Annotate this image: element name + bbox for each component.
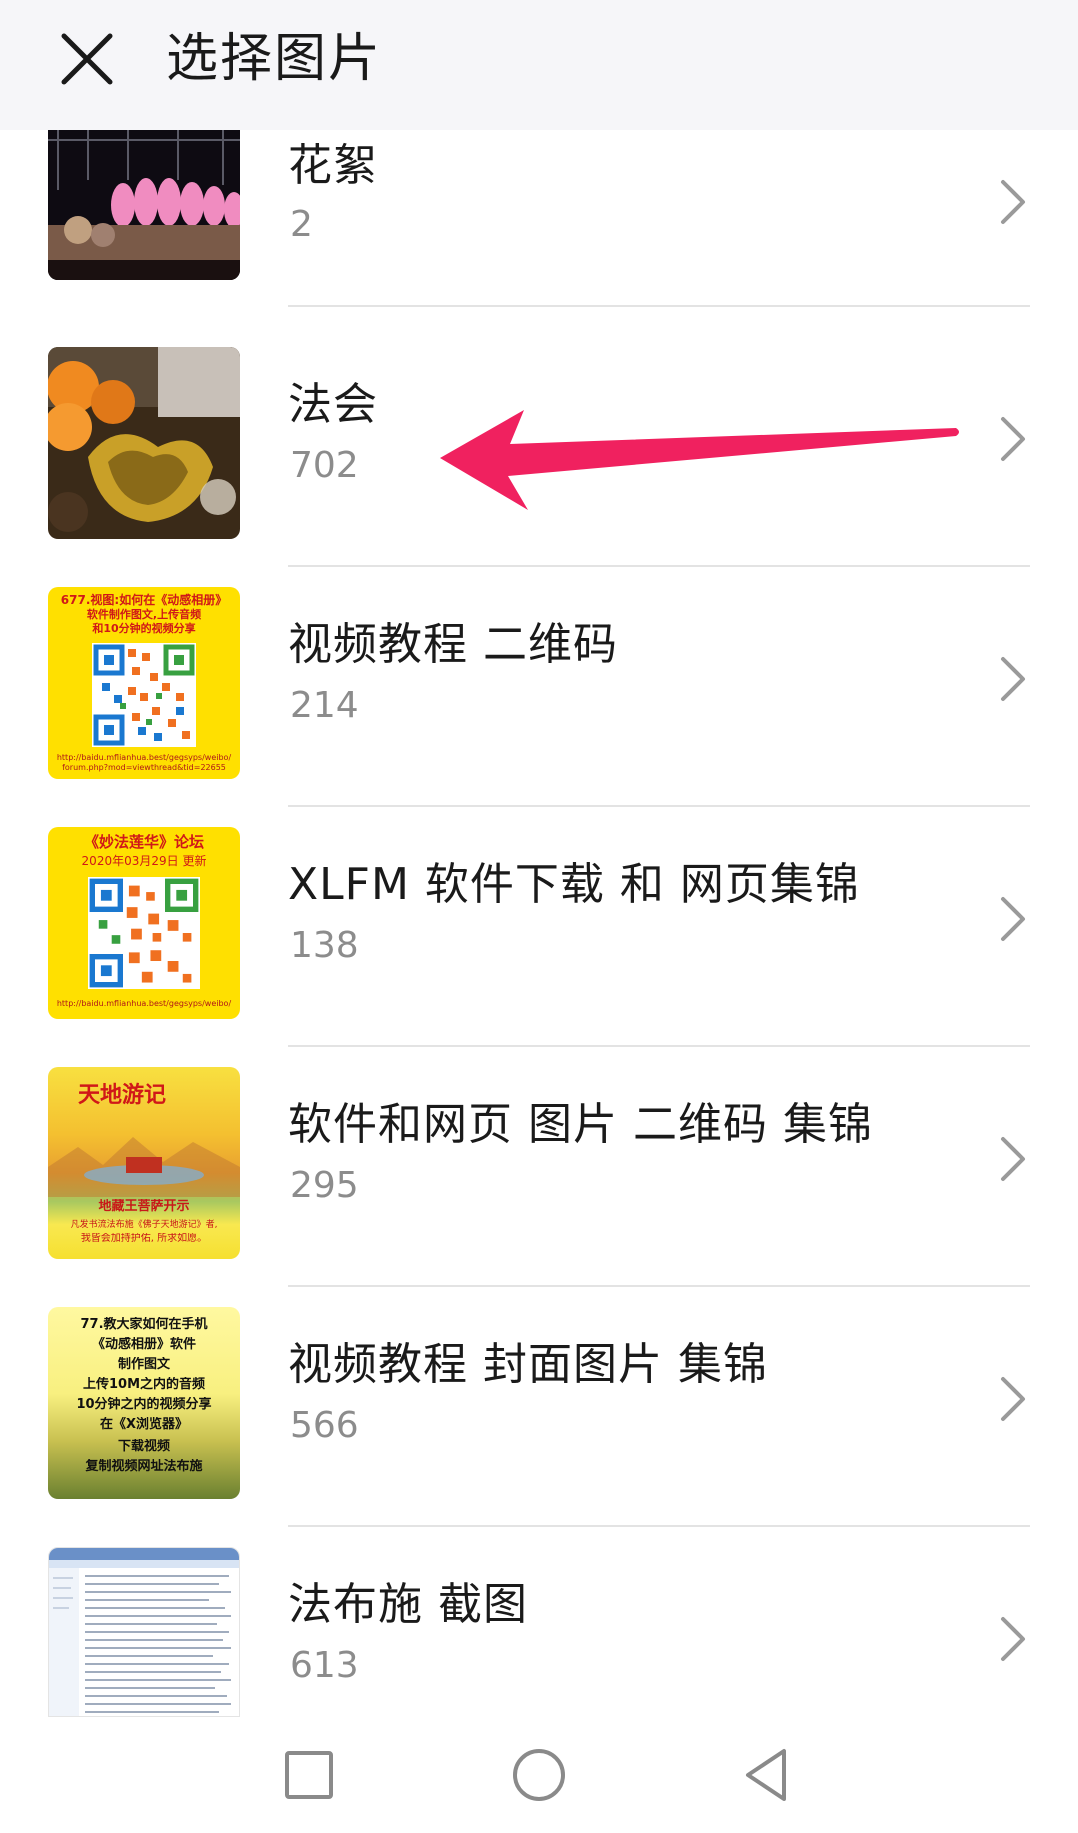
triangle-back-icon[interactable] <box>738 1745 798 1805</box>
album-thumbnail: 77.教大家如何在手机 《动感相册》软件 制作图文 上传10M之内的音频 10分… <box>48 1307 240 1499</box>
album-count: 295 <box>290 1165 359 1206</box>
thumb-url: http://baidu.mflianhua.best/gegsyps/weib… <box>56 999 232 1008</box>
thumb-caption: 地藏王菩萨开示 <box>98 1199 190 1214</box>
album-row-video-covers[interactable]: 77.教大家如何在手机 《动感相册》软件 制作图文 上传10M之内的音频 10分… <box>0 1287 1078 1527</box>
album-list: 花絮 2 法会 702 677.视图:如何在《动感相册》 软件制作图文,上传音频… <box>0 130 1078 1720</box>
album-title: 花絮 <box>288 140 378 191</box>
album-count: 566 <box>290 1405 359 1446</box>
album-thumbnail: 《妙法莲华》论坛 2020年03月29日 更新 http://baidu.mfl… <box>48 827 240 1019</box>
chevron-right-icon <box>1001 1377 1025 1421</box>
album-row-xlfm[interactable]: 《妙法莲华》论坛 2020年03月29日 更新 http://baidu.mfl… <box>0 807 1078 1047</box>
thumb-caption: 软件制作图文,上传音频 <box>86 608 202 621</box>
album-row-video-tutorial-qr[interactable]: 677.视图:如何在《动感相册》 软件制作图文,上传音频 和10分钟的视频分享 <box>0 567 1078 807</box>
album-count: 613 <box>290 1645 359 1686</box>
chevron-right-icon <box>1001 1137 1025 1181</box>
thumb-caption: 制作图文 <box>117 1357 170 1372</box>
thumb-caption: 天地游记 <box>78 1083 167 1108</box>
chevron-right-icon <box>1001 1617 1025 1661</box>
system-nav-bar <box>0 1720 1078 1833</box>
header-bar: 选择图片 <box>0 0 1078 130</box>
thumb-url: forum.php?mod=viewthread&tid=22655 <box>62 763 226 772</box>
album-count: 2 <box>290 204 313 245</box>
chevron-right-icon <box>1001 180 1025 224</box>
close-icon <box>61 33 113 85</box>
album-title: 视频教程 二维码 <box>288 619 618 670</box>
album-thumbnail <box>48 130 240 280</box>
landscape-image <box>48 1137 240 1197</box>
thumb-caption: 凡发书流法布施《佛子天地游记》者, <box>70 1220 218 1230</box>
thumb-caption: 《动感相册》软件 <box>91 1337 196 1352</box>
circle-icon[interactable] <box>509 1745 569 1805</box>
qr-code-image <box>92 643 196 747</box>
album-thumbnail: 677.视图:如何在《动感相册》 软件制作图文,上传音频 和10分钟的视频分享 <box>48 587 240 779</box>
square-icon[interactable] <box>279 1745 339 1805</box>
album-row-fabushi-screenshots[interactable]: 法布施 截图 613 <box>0 1527 1078 1720</box>
page-title: 选择图片 <box>166 29 383 89</box>
thumb-caption: 上传10M之内的音频 <box>82 1377 206 1392</box>
row-divider <box>288 305 1030 307</box>
chevron-right-icon <box>1001 417 1025 461</box>
thumb-caption: 和10分钟的视频分享 <box>92 622 196 635</box>
album-thumbnail <box>48 347 240 539</box>
thumb-url: http://baidu.mflianhua.best/gegsyps/weib… <box>56 753 232 762</box>
album-title: XLFM 软件下载 和 网页集锦 <box>288 859 860 910</box>
album-row-huaxu[interactable]: 花絮 2 <box>0 130 1078 350</box>
album-thumbnail: 天地游记 地藏王菩萨开示 凡发书流法布施《佛子天地游记》者, 我皆会加持护佑, … <box>48 1067 240 1259</box>
thumb-caption: 在《X浏览器》 <box>99 1417 189 1432</box>
album-count: 702 <box>290 445 359 486</box>
thumb-caption: 复制视频网址法布施 <box>85 1459 203 1474</box>
chevron-right-icon <box>1001 657 1025 701</box>
close-button[interactable] <box>50 22 124 96</box>
album-title: 法会 <box>288 379 378 430</box>
chevron-right-icon <box>1001 897 1025 941</box>
qr-code-image <box>88 877 200 989</box>
album-title: 软件和网页 图片 二维码 集锦 <box>288 1099 873 1150</box>
thumb-caption: 下载视频 <box>117 1439 170 1454</box>
album-row-software-web[interactable]: 天地游记 地藏王菩萨开示 凡发书流法布施《佛子天地游记》者, 我皆会加持护佑, … <box>0 1047 1078 1287</box>
thumb-caption: 10分钟之内的视频分享 <box>76 1397 212 1412</box>
album-title: 视频教程 封面图片 集锦 <box>288 1339 768 1390</box>
album-count: 214 <box>290 685 359 726</box>
album-picker-screen: 选择图片 花絮 2 法会 702 677.视图:如何在《动感相册》 软件制作图文… <box>0 0 1078 1833</box>
thumb-caption: 《妙法莲华》论坛 <box>83 833 204 851</box>
arrow-left-annotation <box>440 410 959 510</box>
album-thumbnail <box>48 1547 240 1717</box>
thumb-caption: 我皆会加持护佑, 所求如愿。 <box>80 1233 208 1244</box>
thumb-caption: 77.教大家如何在手机 <box>80 1317 208 1332</box>
thumb-caption: 677.视图:如何在《动感相册》 <box>60 593 228 607</box>
album-count: 138 <box>290 925 359 966</box>
thumb-caption: 2020年03月29日 更新 <box>81 854 207 868</box>
album-title: 法布施 截图 <box>288 1579 528 1630</box>
